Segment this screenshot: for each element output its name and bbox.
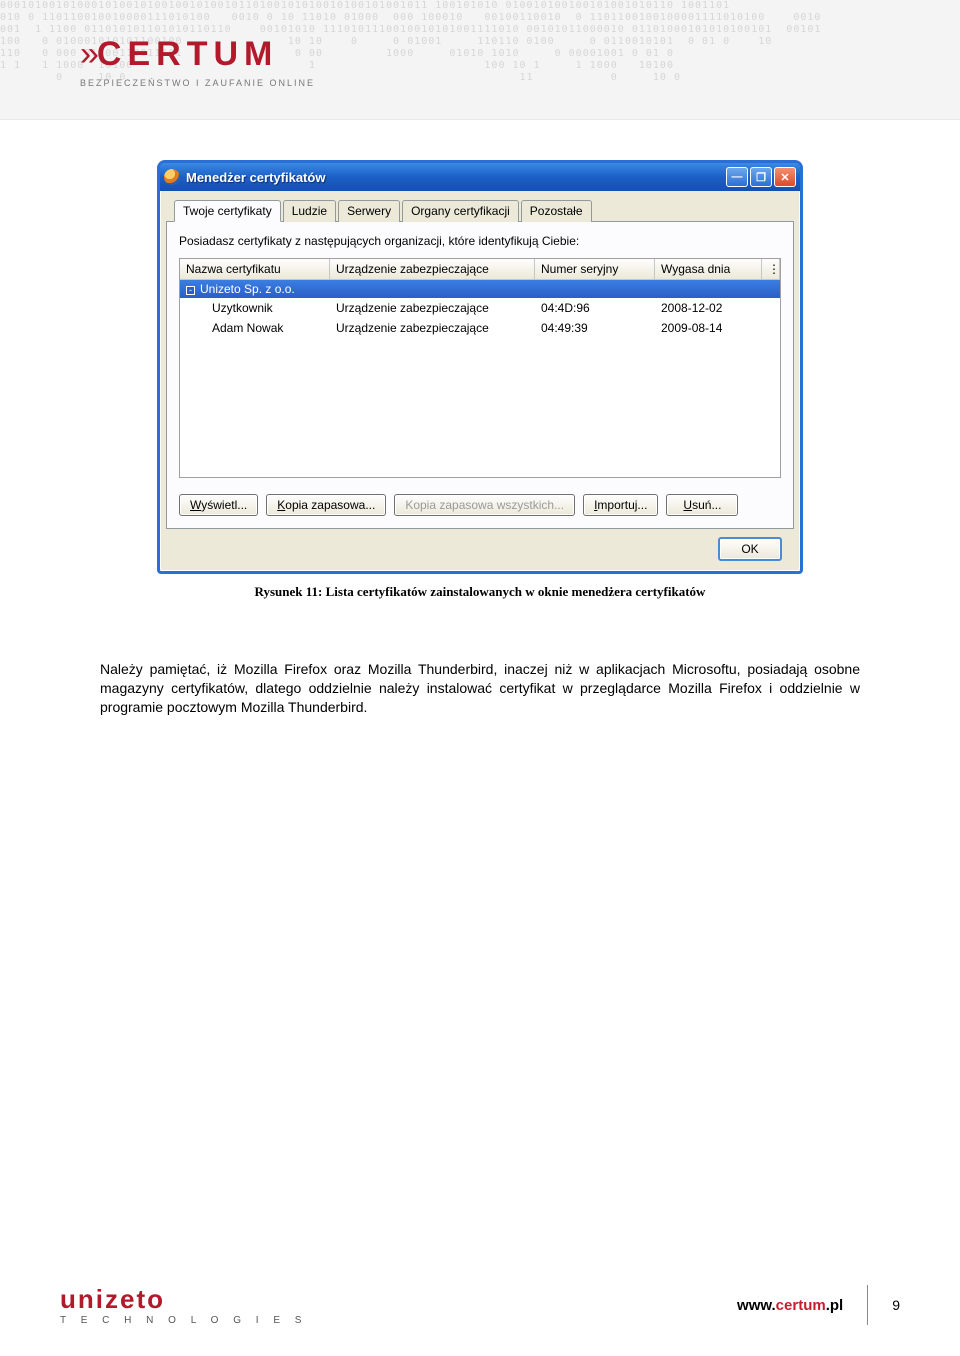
collapse-icon[interactable]: -: [186, 286, 195, 295]
tab-your-certificates[interactable]: Twoje certyfikaty: [174, 200, 281, 222]
button-row: Wyświetl... Kopia zapasowa... Kopia zapa…: [179, 494, 781, 516]
col-serial[interactable]: Numer seryjny: [535, 259, 655, 279]
close-button[interactable]: ✕: [774, 167, 796, 187]
certum-wordmark: CERTUM: [97, 35, 278, 73]
page-number: 9: [892, 1297, 900, 1313]
panel-description: Posiadasz certyfikaty z następujących or…: [179, 234, 781, 248]
unizeto-wordmark: unizeto: [60, 1284, 307, 1315]
certificates-table[interactable]: Nazwa certyfikatu Urządzenie zabezpiecza…: [179, 258, 781, 478]
unizeto-tagline: T E C H N O L O G I E S: [60, 1315, 307, 1326]
col-menu-icon[interactable]: ⋮: [762, 259, 780, 279]
tab-authorities[interactable]: Organy certyfikacji: [402, 200, 519, 222]
certum-url: www.certum.pl: [737, 1297, 843, 1314]
tab-servers[interactable]: Serwery: [338, 200, 400, 222]
table-group-row[interactable]: -Unizeto Sp. z o.o.: [180, 280, 780, 298]
backup-button[interactable]: Kopia zapasowa...: [266, 494, 386, 516]
tab-strip: Twoje certyfikaty Ludzie Serwery Organy …: [166, 199, 794, 221]
cell-serial: 04:4D:96: [535, 301, 655, 315]
view-button[interactable]: Wyświetl...: [179, 494, 258, 516]
page-header: 0001010010100010100101001001010010110100…: [0, 0, 960, 120]
import-button[interactable]: Importuj...: [583, 494, 658, 516]
window-title: Menedżer certyfikatów: [186, 170, 726, 185]
table-header: Nazwa certyfikatu Urządzenie zabezpiecza…: [180, 259, 780, 280]
certum-tagline: BEZPIECZEŃSTWO I ZAUFANIE ONLINE: [80, 78, 315, 88]
cell-device: Urządzenie zabezpieczające: [330, 321, 535, 335]
page-footer: unizeto T E C H N O L O G I E S www.cert…: [0, 1284, 960, 1326]
firefox-icon: [164, 169, 180, 185]
cell-expires: 2008-12-02: [655, 301, 780, 315]
tab-others[interactable]: Pozostałe: [521, 200, 592, 222]
titlebar[interactable]: Menedżer certyfikatów — ❐ ✕: [160, 163, 800, 191]
col-expires[interactable]: Wygasa dnia: [655, 259, 762, 279]
col-device[interactable]: Urządzenie zabezpieczające: [330, 259, 535, 279]
cell-serial: 04:49:39: [535, 321, 655, 335]
ok-button[interactable]: OK: [718, 537, 782, 561]
col-name[interactable]: Nazwa certyfikatu: [180, 259, 330, 279]
table-row[interactable]: Uzytkownik Urządzenie zabezpieczające 04…: [180, 298, 780, 318]
footer-separator: [867, 1285, 868, 1325]
body-paragraph: Należy pamiętać, iż Mozilla Firefox oraz…: [100, 660, 860, 717]
certum-logo: »CERTUM BEZPIECZEŃSTWO I ZAUFANIE ONLINE: [80, 35, 315, 88]
tab-people[interactable]: Ludzie: [283, 200, 336, 222]
group-name: Unizeto Sp. z o.o.: [200, 282, 295, 296]
cell-device: Urządzenie zabezpieczające: [330, 301, 535, 315]
unizeto-logo: unizeto T E C H N O L O G I E S: [60, 1284, 307, 1326]
maximize-button[interactable]: ❐: [750, 167, 772, 187]
certificate-manager-window: Menedżer certyfikatów — ❐ ✕ Twoje certyf…: [157, 160, 803, 574]
cell-expires: 2009-08-14: [655, 321, 780, 335]
cell-name: Uzytkownik: [180, 301, 330, 315]
tab-panel: Posiadasz certyfikaty z następujących or…: [166, 221, 794, 529]
delete-button[interactable]: Usuń...: [666, 494, 738, 516]
figure-caption: Rysunek 11: Lista certyfikatów zainstalo…: [157, 584, 803, 600]
table-row[interactable]: Adam Nowak Urządzenie zabezpieczające 04…: [180, 318, 780, 338]
minimize-button[interactable]: —: [726, 167, 748, 187]
cell-name: Adam Nowak: [180, 321, 330, 335]
backup-all-button: Kopia zapasowa wszystkich...: [394, 494, 575, 516]
